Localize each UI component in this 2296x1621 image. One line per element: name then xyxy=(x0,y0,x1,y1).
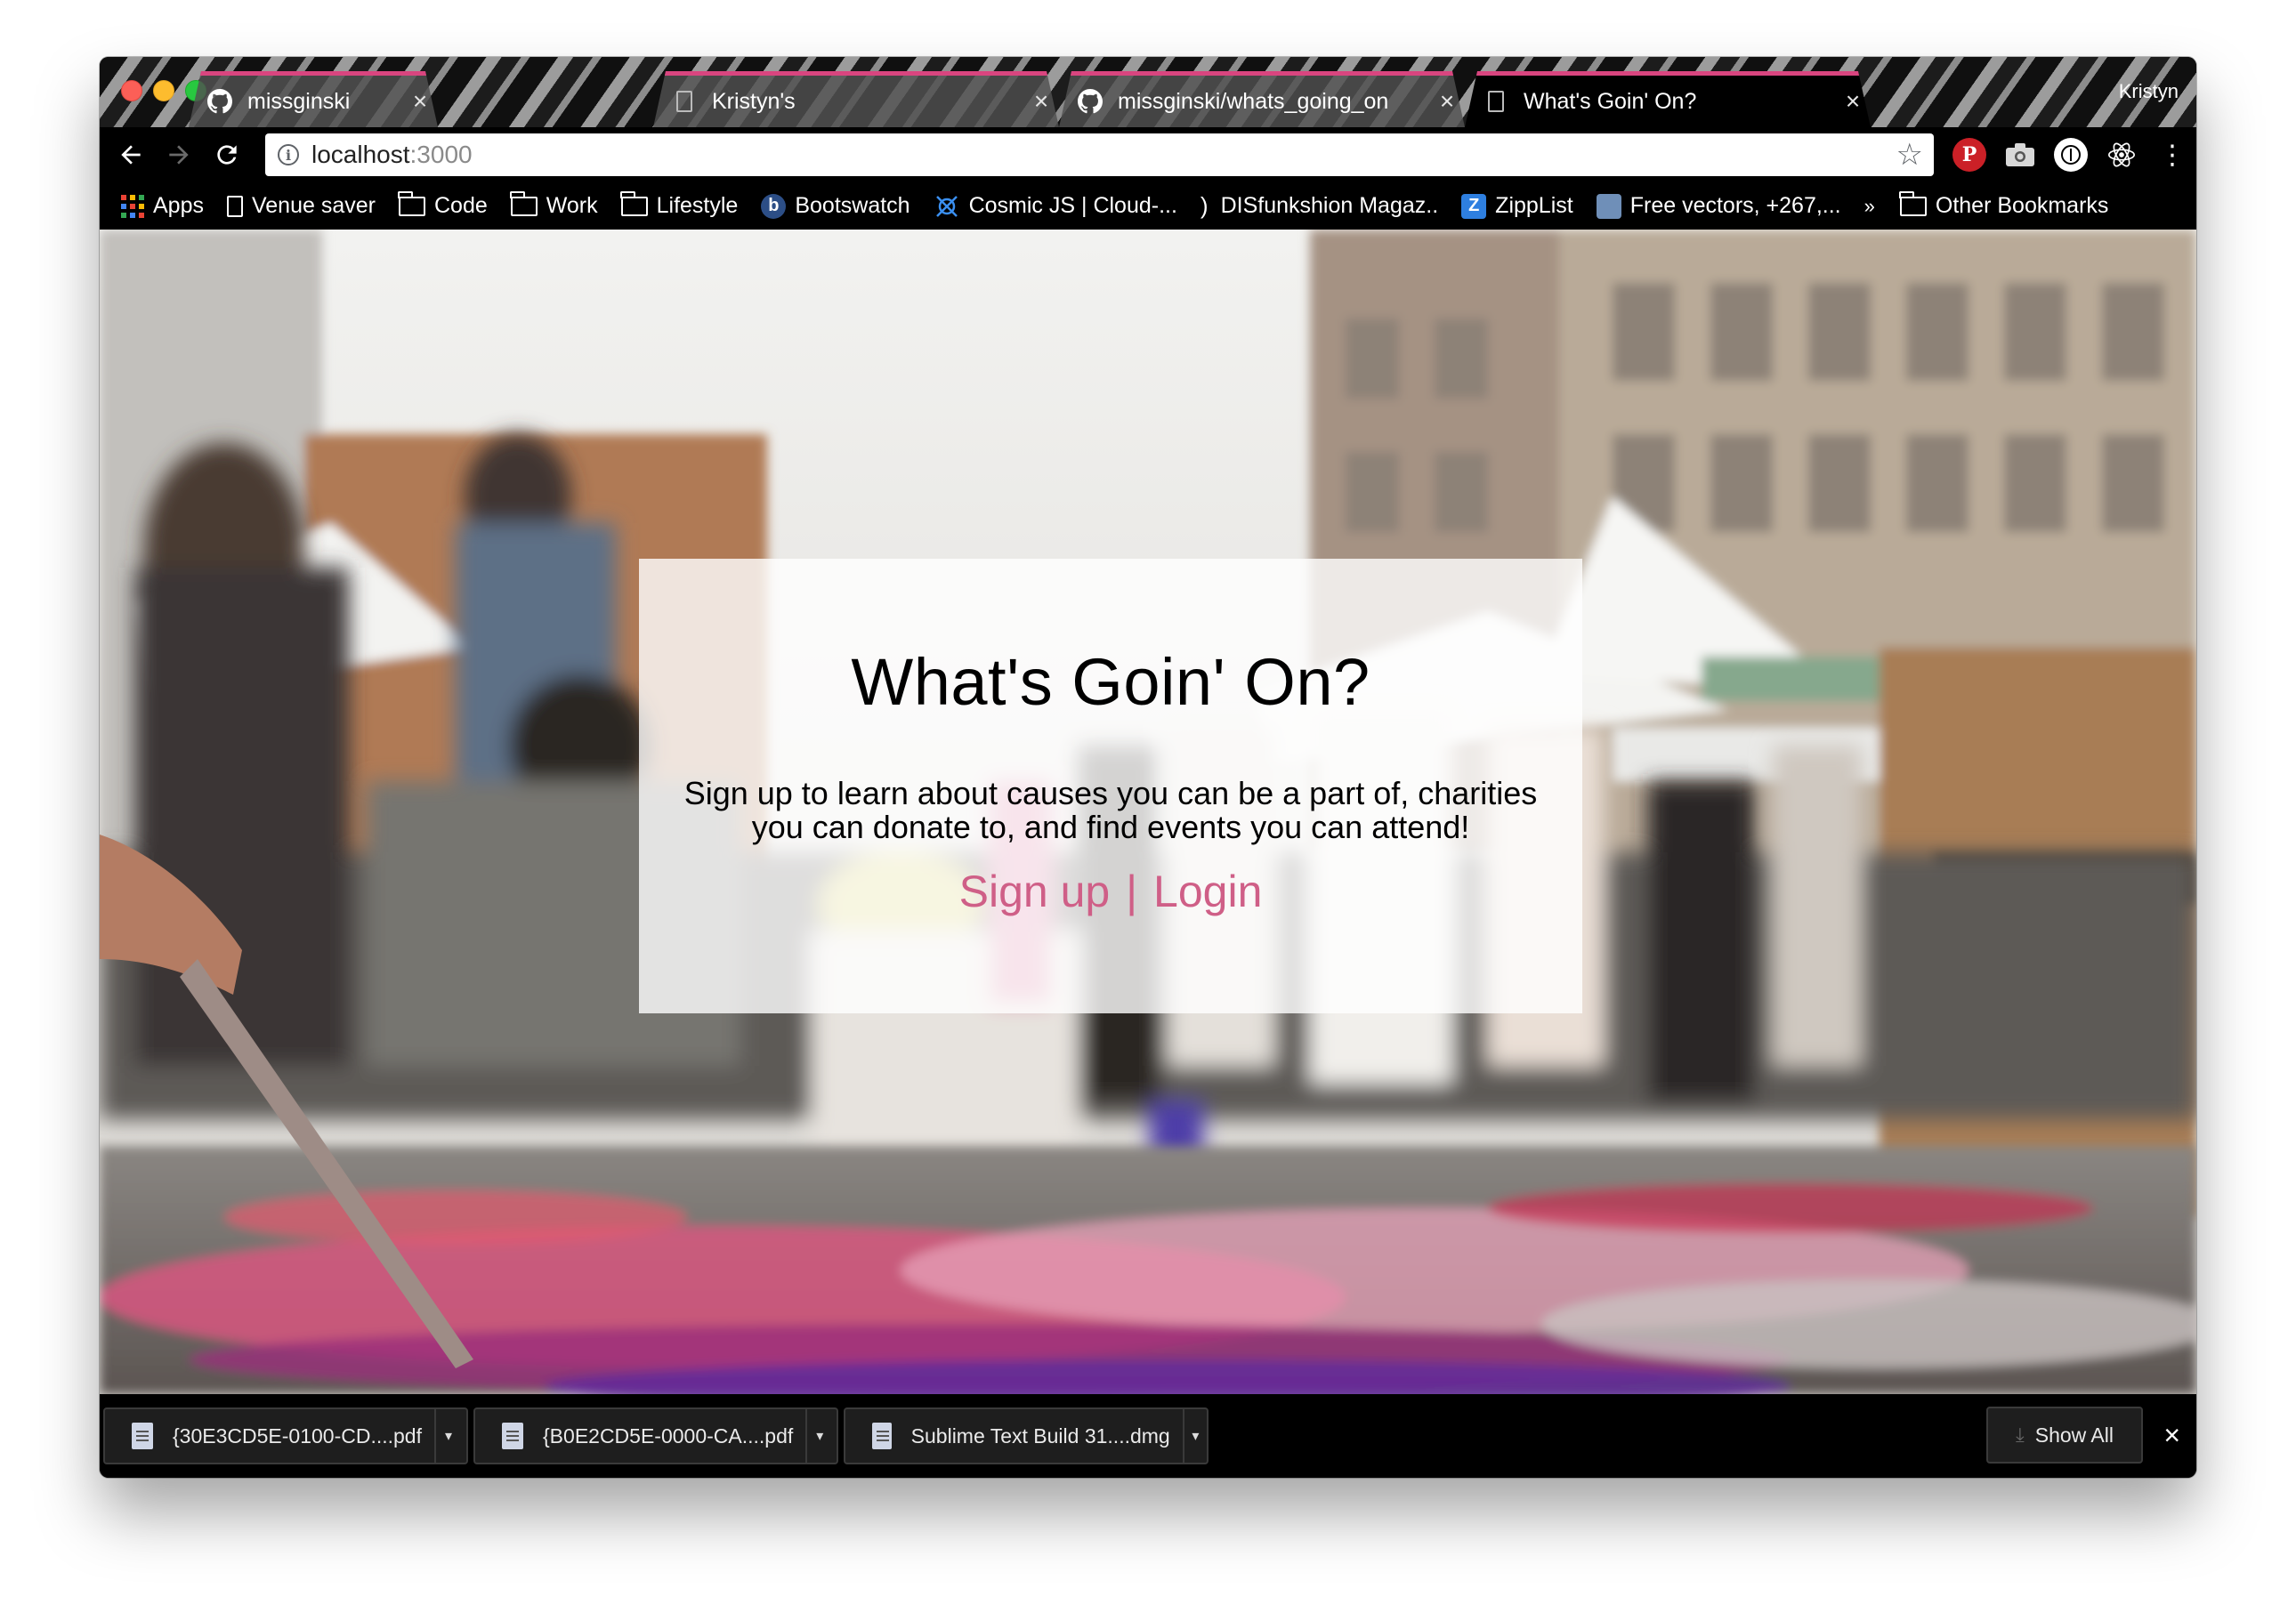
download-arrow-icon: ⤓ xyxy=(2016,1423,2025,1446)
browser-toolbar: i localhost:3000 ☆ P ⋮ xyxy=(100,127,2196,182)
show-all-downloads-button[interactable]: ⤓ Show All xyxy=(1986,1407,2143,1464)
bookmarks-bar: Apps Venue saver Code Work Lifestyle b B… xyxy=(100,182,2196,230)
folder-icon xyxy=(398,190,425,216)
bookmark-label: Work xyxy=(546,193,598,218)
show-all-label: Show All xyxy=(2034,1423,2114,1447)
address-host: localhost xyxy=(311,141,410,168)
download-item[interactable]: Sublime Text Build 31....dmg ▾ xyxy=(844,1407,1209,1464)
web-page: What's Goin' On? Sign up to learn about … xyxy=(100,230,2196,1394)
login-link[interactable]: Login xyxy=(1153,867,1262,916)
bookmark-label: Code xyxy=(433,193,488,218)
page-icon xyxy=(226,195,243,217)
file-icon xyxy=(872,1423,892,1449)
chevron-down-icon[interactable]: ▾ xyxy=(1182,1409,1207,1463)
address-port: :3000 xyxy=(409,141,473,168)
address-bar[interactable]: i localhost:3000 ☆ xyxy=(265,133,1934,176)
circle-extension-icon[interactable] xyxy=(2054,138,2088,172)
bookmark-label: Venue saver xyxy=(251,193,376,218)
download-filename: {30E3CD5E-0100-CD....pdf xyxy=(173,1423,422,1448)
bookmark-label: Other Bookmarks xyxy=(1935,193,2109,218)
info-icon[interactable]: i xyxy=(278,144,299,165)
bookmark-label: Apps xyxy=(153,193,204,218)
bookmark-folder-code[interactable]: Code xyxy=(398,190,488,219)
bookmark-label: ZippList xyxy=(1495,193,1573,218)
apps-grid-icon xyxy=(121,194,144,218)
reload-button[interactable] xyxy=(203,133,251,177)
ziplist-icon: Z xyxy=(1461,193,1487,219)
folder-icon xyxy=(510,190,538,216)
page-icon xyxy=(1483,88,1509,115)
auth-links: Sign up | Login xyxy=(639,866,1582,917)
tab-whats-goin-on[interactable]: What's Goin' On? × xyxy=(1465,71,1871,127)
github-icon xyxy=(1077,88,1104,115)
bookmark-disfunkshion[interactable]: ) DISfunkshion Magaz.. xyxy=(1201,192,1438,220)
bookmark-free-vectors[interactable]: Free vectors, +267,... xyxy=(1596,193,1841,219)
bookmark-venue-saver[interactable]: Venue saver xyxy=(226,193,376,219)
pinterest-icon[interactable]: P xyxy=(1952,138,1986,172)
download-filename: Sublime Text Build 31....dmg xyxy=(910,1423,1170,1448)
menu-kebab-icon[interactable]: ⋮ xyxy=(2155,138,2189,172)
reload-icon xyxy=(217,145,237,165)
link-separator: | xyxy=(1126,867,1138,916)
react-devtools-icon[interactable] xyxy=(2105,138,2138,172)
page-description: Sign up to learn about causes you can be… xyxy=(683,775,1538,845)
bookmark-folder-work[interactable]: Work xyxy=(510,190,598,219)
bookmark-ziplist[interactable]: Z ZippList xyxy=(1461,193,1573,219)
browser-window: missginski × Kristyn's × missginski/what… xyxy=(100,57,2196,1478)
tab-title: missginski xyxy=(247,88,351,114)
chevron-down-icon[interactable]: ▾ xyxy=(805,1409,832,1463)
disfunkshion-icon: ) xyxy=(1200,192,1209,219)
file-icon xyxy=(502,1423,523,1449)
github-icon xyxy=(206,88,233,115)
bookmark-star-icon[interactable]: ☆ xyxy=(1896,137,1923,173)
back-button[interactable] xyxy=(107,133,155,177)
profile-name[interactable]: Kristyn xyxy=(2119,80,2179,103)
forward-arrow-icon xyxy=(169,145,189,165)
tab-missginski-whats-going-on[interactable]: missginski/whats_going_on × xyxy=(1059,71,1465,127)
folder-icon xyxy=(620,190,648,216)
bookmark-folder-lifestyle[interactable]: Lifestyle xyxy=(620,190,739,219)
download-shelf: {30E3CD5E-0100-CD....pdf ▾ {B0E2CD5E-000… xyxy=(100,1394,2196,1478)
folder-icon xyxy=(1899,190,1927,216)
cosmic-js-icon xyxy=(934,193,960,220)
signup-link[interactable]: Sign up xyxy=(959,867,1111,916)
bookmark-label: Lifestyle xyxy=(656,193,739,218)
page-title: What's Goin' On? xyxy=(851,645,1370,719)
download-filename: {B0E2CD5E-0000-CA....pdf xyxy=(543,1423,794,1448)
minimize-window-button[interactable] xyxy=(153,80,174,101)
bookmark-apps[interactable]: Apps xyxy=(121,193,204,219)
bookmark-other-bookmarks[interactable]: Other Bookmarks xyxy=(1899,190,2109,219)
bookmark-label: Free vectors, +267,... xyxy=(1629,193,1841,218)
tab-missginski[interactable]: missginski × xyxy=(189,71,438,127)
back-arrow-icon xyxy=(121,145,141,165)
bookmarks-overflow-icon[interactable]: » xyxy=(1864,195,1875,218)
tab-strip: missginski × Kristyn's × missginski/what… xyxy=(100,57,2196,127)
file-icon xyxy=(132,1423,153,1449)
camera-icon[interactable] xyxy=(2003,138,2037,172)
forward-button[interactable] xyxy=(155,133,203,177)
page-icon xyxy=(671,88,698,115)
bookmark-label: DISfunkshion Magaz.. xyxy=(1220,193,1439,218)
download-item[interactable]: {B0E2CD5E-0000-CA....pdf ▾ xyxy=(473,1407,838,1464)
close-window-button[interactable] xyxy=(121,80,142,101)
download-item[interactable]: {30E3CD5E-0100-CD....pdf ▾ xyxy=(103,1407,468,1464)
extension-icons: P ⋮ xyxy=(1952,133,2196,176)
tab-kristyns[interactable]: Kristyn's × xyxy=(653,71,1059,127)
bookmark-cosmic-js[interactable]: Cosmic JS | Cloud-... xyxy=(934,193,1177,220)
bookmark-label: Cosmic JS | Cloud-... xyxy=(968,193,1177,218)
hero-card: What's Goin' On? Sign up to learn about … xyxy=(639,559,1582,1013)
tab-title: Kristyn's xyxy=(712,88,796,114)
close-shelf-icon[interactable]: × xyxy=(2163,1419,2180,1452)
tab-title: missginski/whats_going_on xyxy=(1118,88,1389,114)
chevron-down-icon[interactable]: ▾ xyxy=(434,1409,461,1463)
bookmark-bootswatch[interactable]: b Bootswatch xyxy=(761,193,910,219)
bootswatch-icon: b xyxy=(761,193,787,219)
bookmark-label: Bootswatch xyxy=(795,193,910,218)
tab-title: What's Goin' On? xyxy=(1524,88,1697,114)
free-vectors-icon xyxy=(1596,193,1621,219)
